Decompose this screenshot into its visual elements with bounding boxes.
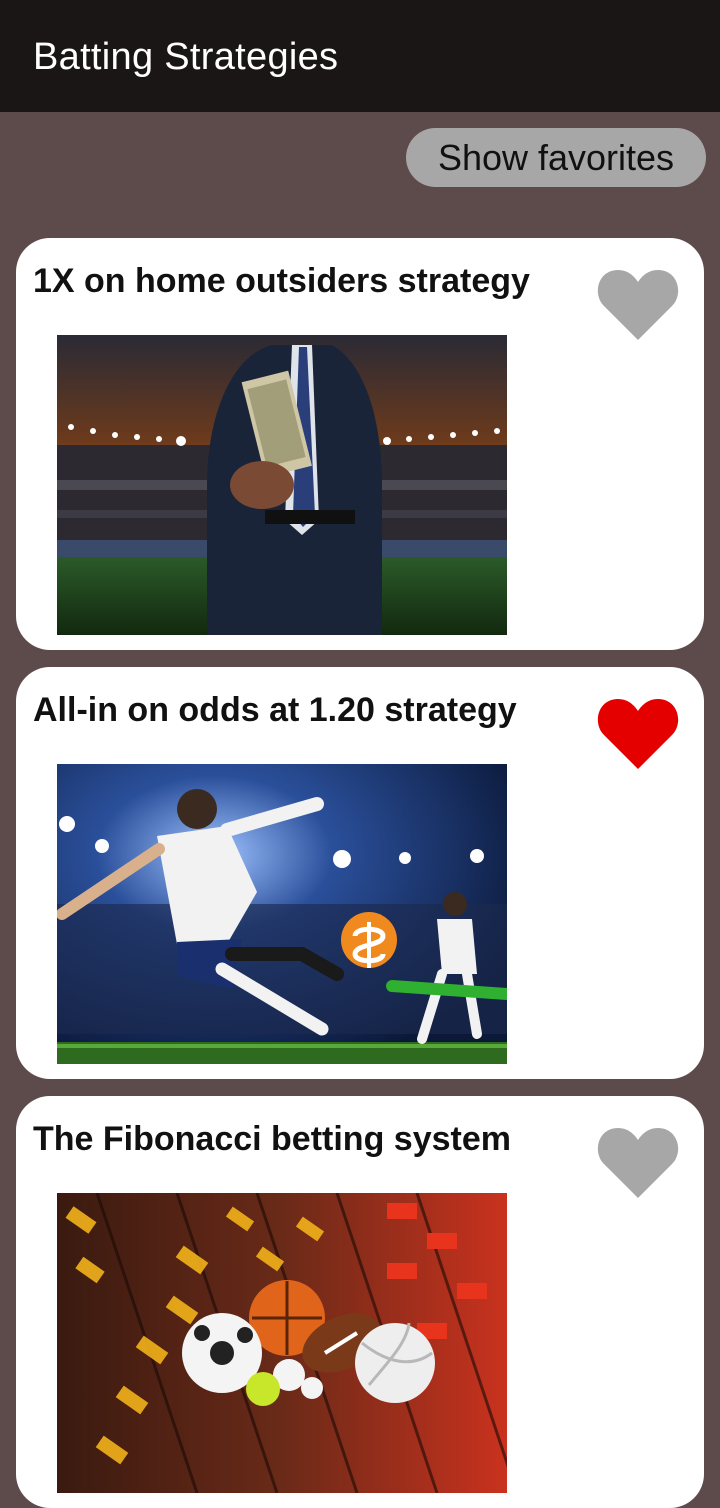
- show-favorites-button[interactable]: Show favorites: [406, 128, 706, 187]
- strategy-card[interactable]: 1X on home outsiders strategy: [16, 238, 704, 650]
- card-image: [57, 1193, 507, 1493]
- favorite-heart-icon[interactable]: [596, 1124, 680, 1200]
- app-title: Batting Strategies: [33, 36, 339, 78]
- card-title: The Fibonacci betting system: [33, 1120, 511, 1158]
- favorite-heart-icon[interactable]: [596, 695, 680, 771]
- favorite-heart-icon[interactable]: [596, 266, 680, 342]
- app-bar: Batting Strategies: [0, 0, 720, 112]
- strategy-card[interactable]: All-in on odds at 1.20 strategy: [16, 667, 704, 1079]
- card-title: 1X on home outsiders strategy: [33, 262, 530, 300]
- card-image: [57, 764, 507, 1064]
- strategy-card[interactable]: The Fibonacci betting system: [16, 1096, 704, 1508]
- card-image: [57, 335, 507, 635]
- card-title: All-in on odds at 1.20 strategy: [33, 691, 517, 729]
